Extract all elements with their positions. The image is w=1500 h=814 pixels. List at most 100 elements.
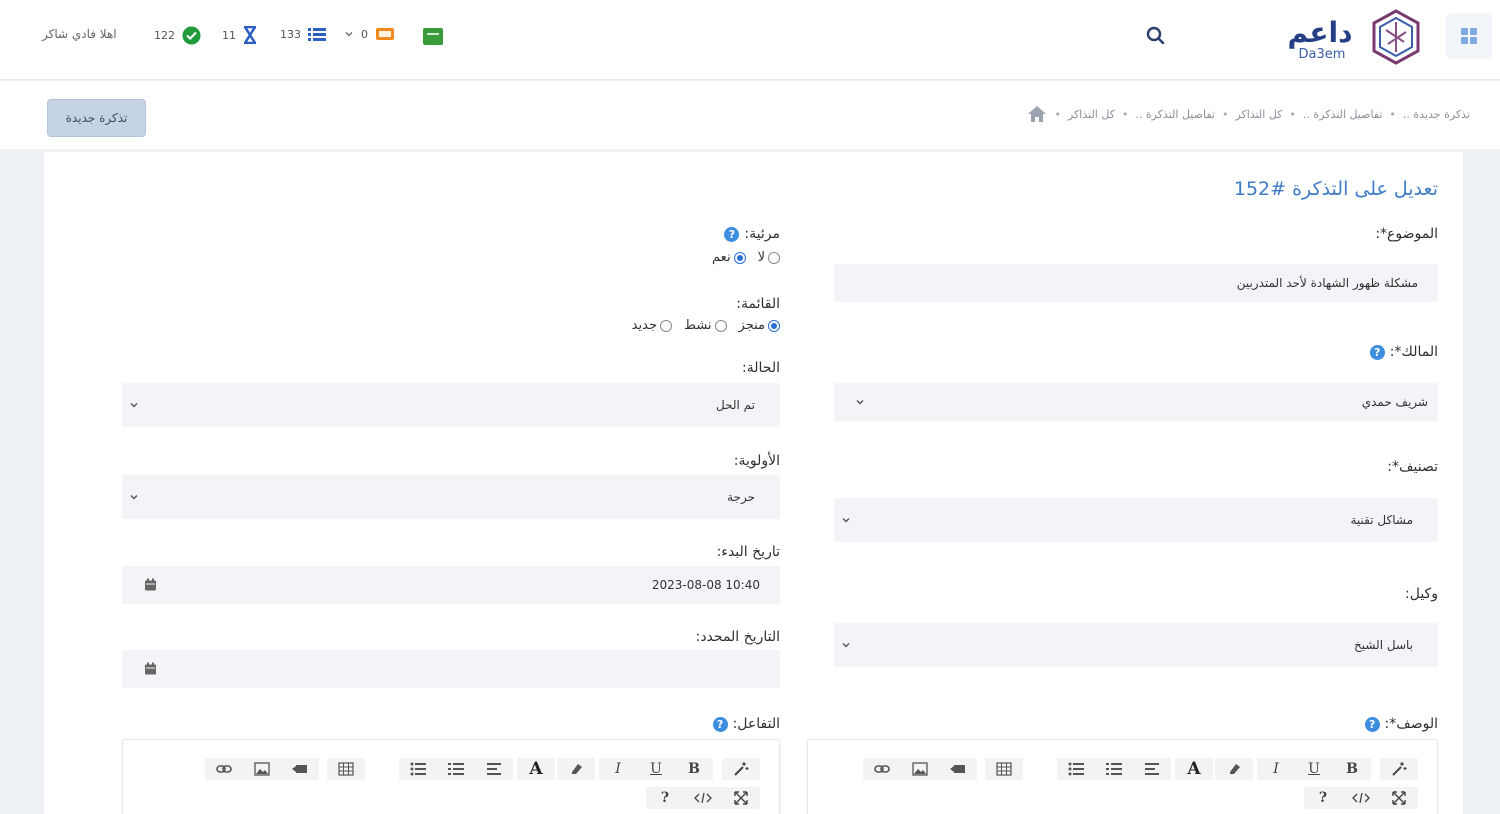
subject-label: الموضوع*:	[1375, 226, 1438, 242]
italic-icon[interactable]: I	[1257, 758, 1295, 780]
editor-toolbar-group: ?	[1304, 787, 1418, 809]
page-title: تعديل على التذكرة #152	[1233, 178, 1438, 200]
breadcrumb-item[interactable]: تفاصيل التذكرة ..	[1135, 108, 1215, 121]
subject-value: مشكلة ظهور الشهادة لأحد المتدربين	[1236, 276, 1418, 290]
editor-toolbar-group	[327, 758, 365, 780]
link-icon[interactable]	[205, 758, 243, 780]
italic-icon[interactable]: I	[599, 758, 637, 780]
editor-toolbar-group	[863, 758, 977, 780]
underline-icon[interactable]: U	[1295, 758, 1333, 780]
video-icon[interactable]	[939, 758, 977, 780]
apps-menu-button[interactable]	[1446, 13, 1492, 59]
ordered-list-icon[interactable]	[1095, 758, 1133, 780]
help-icon[interactable]: ?	[646, 787, 684, 809]
table-icon[interactable]	[985, 758, 1023, 780]
priority-select[interactable]: حرجة	[122, 475, 780, 519]
owner-select[interactable]: شريف حمدي	[834, 383, 1438, 421]
editor-toolbar-group	[722, 758, 760, 780]
help-icon[interactable]: ?	[1364, 716, 1380, 732]
search-button[interactable]	[1145, 25, 1167, 47]
visible-label: مرئية:?	[724, 226, 780, 242]
radio-button[interactable]	[768, 319, 780, 332]
ordered-list-icon[interactable]	[437, 758, 475, 780]
category-select[interactable]: مشاكل تقنية	[834, 498, 1438, 542]
calendar-icon[interactable]	[144, 662, 157, 676]
code-view-icon[interactable]	[684, 787, 722, 809]
all-tickets-stat[interactable]: 133	[280, 26, 326, 42]
visible-yes-radio[interactable]: نعم	[712, 250, 746, 265]
align-icon[interactable]	[475, 758, 513, 780]
interaction-editor[interactable]: I U B A ?	[122, 739, 780, 814]
due-date-input[interactable]	[122, 650, 780, 688]
pending-stat[interactable]: 11	[222, 26, 257, 44]
breadcrumb-item[interactable]: كل التذاكر	[1235, 108, 1282, 121]
agent-select[interactable]: باسل الشيخ	[834, 623, 1438, 667]
radio-button[interactable]	[733, 251, 746, 264]
bold-icon[interactable]: B	[675, 758, 713, 780]
visible-no-radio[interactable]: لا	[758, 250, 780, 265]
breadcrumb-item[interactable]: كل التذاكر	[1068, 108, 1115, 121]
interaction-label: التفاعل:?	[712, 716, 780, 732]
status-select[interactable]: تم الحل	[122, 383, 780, 427]
fullscreen-icon[interactable]	[722, 787, 760, 809]
all-tickets-count: 133	[280, 27, 301, 41]
priority-label: الأولوية:	[733, 453, 780, 469]
chevron-down-icon	[842, 518, 850, 523]
list-active-radio[interactable]: نشط	[684, 318, 727, 333]
editor-toolbar-group: A	[517, 758, 555, 780]
picture-icon[interactable]	[243, 758, 281, 780]
pending-count: 11	[222, 28, 236, 42]
subject-input[interactable]: مشكلة ظهور الشهادة لأحد المتدربين	[834, 264, 1438, 302]
bold-icon[interactable]: B	[1333, 758, 1371, 780]
search-icon	[1146, 26, 1165, 45]
home-icon[interactable]	[1027, 105, 1047, 123]
status-label: الحالة:	[742, 360, 780, 376]
help-icon[interactable]: ?	[712, 716, 728, 732]
font-color-icon[interactable]: A	[1175, 758, 1213, 780]
list-done-radio[interactable]: منجز	[739, 318, 780, 333]
code-view-icon[interactable]	[1342, 787, 1380, 809]
unordered-list-icon[interactable]	[1057, 758, 1095, 780]
table-icon[interactable]	[327, 758, 365, 780]
new-ticket-button[interactable]: تذكرة جديدة	[47, 99, 146, 137]
eraser-icon[interactable]	[557, 758, 595, 780]
help-icon[interactable]: ?	[1369, 344, 1385, 360]
chevron-down-icon	[842, 643, 850, 648]
hourglass-icon	[243, 26, 257, 44]
link-icon[interactable]	[863, 758, 901, 780]
list-new-radio[interactable]: جديد	[632, 318, 672, 333]
picture-icon[interactable]	[901, 758, 939, 780]
magic-icon[interactable]	[722, 758, 760, 780]
font-color-icon[interactable]: A	[517, 758, 555, 780]
eraser-icon[interactable]	[1215, 758, 1253, 780]
magic-icon[interactable]	[1380, 758, 1418, 780]
help-icon[interactable]: ?	[1304, 787, 1342, 809]
priority-value: حرجة	[727, 490, 755, 504]
help-icon[interactable]: ?	[724, 226, 740, 242]
radio-button[interactable]	[714, 319, 727, 332]
start-date-input[interactable]: 2023-08-08 10:40	[122, 566, 780, 604]
editor-toolbar-group: A	[1175, 758, 1213, 780]
logo-text-ar: داعم	[1287, 16, 1352, 49]
tickets-stat[interactable]: 0	[344, 26, 395, 42]
resolved-stat[interactable]: 122	[154, 26, 201, 45]
breadcrumb-item[interactable]: تفاصيل التذكرة ..	[1303, 108, 1383, 121]
language-flag-icon[interactable]	[423, 28, 443, 45]
unordered-list-icon[interactable]	[399, 758, 437, 780]
underline-icon[interactable]: U	[637, 758, 675, 780]
radio-button[interactable]	[768, 251, 780, 264]
fullscreen-icon[interactable]	[1380, 787, 1418, 809]
logo[interactable]: داعم Da3em	[1278, 6, 1428, 70]
resolved-count: 122	[154, 29, 175, 42]
agent-label: وكيل:	[1405, 586, 1438, 602]
description-editor[interactable]: I U B A ?	[807, 739, 1438, 814]
agent-value: باسل الشيخ	[1353, 638, 1413, 652]
video-icon[interactable]	[281, 758, 319, 780]
editor-toolbar-group: I U B	[599, 758, 713, 780]
calendar-icon[interactable]	[144, 578, 157, 592]
due-date-label: التاريخ المحدد:	[695, 629, 780, 645]
breadcrumb-separator: •	[1054, 107, 1061, 121]
align-icon[interactable]	[1133, 758, 1171, 780]
radio-button[interactable]	[659, 319, 672, 332]
user-greeting[interactable]: اهلا فادي شاكر	[42, 27, 117, 41]
